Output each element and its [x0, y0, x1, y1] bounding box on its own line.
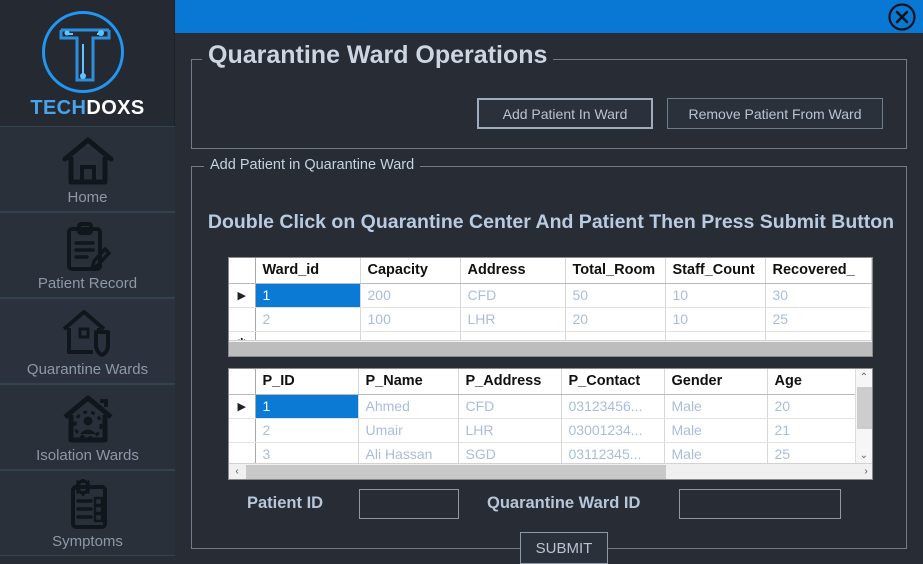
sidebar-item-label: Quarantine Wards: [26, 361, 149, 378]
cell-capacity[interactable]: 200: [360, 283, 461, 308]
cell-ward-id[interactable]: 2: [255, 307, 361, 332]
instruction-text: Double Click on Quarantine Center And Pa…: [207, 211, 895, 233]
group-title: Add Patient in Quarantine Ward: [204, 157, 421, 173]
scroll-right-icon[interactable]: ›: [858, 464, 872, 479]
main-content: Quarantine Ward Operations Add Patient I…: [175, 33, 923, 564]
table-row[interactable]: ▶ 1 Ahmed CFD 03123456... Male 20: [229, 394, 872, 419]
row-marker: ▶: [229, 394, 256, 419]
sidebar-item-label: Isolation Wards: [36, 447, 139, 464]
cell-address[interactable]: LHR: [460, 307, 566, 332]
scrollbar-thumb[interactable]: [229, 342, 872, 356]
sidebar-item-label: Patient Record: [37, 275, 138, 292]
cell-p-contact[interactable]: 03001234...: [561, 418, 665, 443]
patient-id-input[interactable]: [359, 489, 459, 519]
wards-header-row: Ward_id Capacity Address Total_Room Staf…: [229, 258, 872, 284]
cell-recovered[interactable]: 25: [765, 307, 872, 332]
cell-capacity[interactable]: 100: [360, 307, 461, 332]
house-person-icon: [0, 393, 175, 445]
cell-p-name[interactable]: Ahmed: [358, 394, 459, 419]
cell-p-contact[interactable]: 03123456...: [561, 394, 665, 419]
scroll-left-icon[interactable]: ‹: [229, 464, 245, 479]
quarantine-ward-operations-group: Quarantine Ward Operations Add Patient I…: [191, 41, 907, 149]
wards-horizontal-scrollbar[interactable]: [229, 340, 872, 356]
logo-circle-icon: [42, 11, 124, 93]
row-marker: [229, 307, 256, 332]
patients-data-grid[interactable]: P_ID P_Name P_Address P_Contact Gender A…: [228, 368, 873, 480]
cell-gender[interactable]: Male: [664, 394, 768, 419]
column-header-p-id[interactable]: P_ID: [255, 369, 359, 395]
column-header-p-name[interactable]: P_Name: [358, 369, 459, 395]
cell-total-room[interactable]: 50: [565, 283, 666, 308]
row-header-corner: [229, 369, 256, 395]
cell-address[interactable]: CFD: [460, 283, 566, 308]
scrollbar-thumb[interactable]: [246, 465, 666, 479]
quarantine-ward-id-label: Quarantine Ward ID: [487, 494, 641, 512]
column-header-address[interactable]: Address: [460, 258, 566, 284]
brand-name: TECHDOXS: [0, 97, 175, 120]
scroll-up-icon[interactable]: ⌃: [856, 369, 872, 386]
column-header-staff-count[interactable]: Staff_Count: [665, 258, 766, 284]
table-row[interactable]: 2 Umair LHR 03001234... Male 21: [229, 418, 872, 443]
cell-p-address[interactable]: LHR: [458, 418, 562, 443]
brand-suffix: DOXS: [86, 97, 145, 119]
page-title: Quarantine Ward Operations: [202, 41, 554, 70]
cell-staff-count[interactable]: 10: [665, 283, 766, 308]
patients-horizontal-scrollbar[interactable]: ‹ ›: [229, 463, 872, 479]
wards-data-grid[interactable]: Ward_id Capacity Address Total_Room Staf…: [228, 257, 873, 357]
column-header-ward-id[interactable]: Ward_id: [255, 258, 361, 284]
sidebar-item-symptoms[interactable]: Symptoms: [0, 470, 175, 556]
cell-p-id[interactable]: 1: [255, 394, 359, 419]
sidebar-item-quarantine-wards[interactable]: Quarantine Wards: [0, 298, 175, 384]
column-header-gender[interactable]: Gender: [664, 369, 768, 395]
scroll-down-icon[interactable]: ⌄: [856, 447, 872, 464]
cell-staff-count[interactable]: 10: [665, 307, 766, 332]
sidebar-item-label: Home: [67, 189, 108, 206]
row-marker: [229, 418, 256, 443]
cell-total-room[interactable]: 20: [565, 307, 666, 332]
row-header-corner: [229, 258, 256, 284]
row-marker: ▶: [229, 283, 256, 308]
scrollbar-thumb[interactable]: [857, 387, 872, 429]
sidebar-item-patient-record[interactable]: Patient Record: [0, 212, 175, 298]
sidebar-item-label: Symptoms: [52, 533, 123, 550]
patient-id-label: Patient ID: [247, 494, 324, 512]
column-header-p-contact[interactable]: P_Contact: [561, 369, 665, 395]
cell-recovered[interactable]: 30: [765, 283, 872, 308]
column-header-capacity[interactable]: Capacity: [360, 258, 461, 284]
circuit-t-icon: [59, 28, 111, 82]
clipboard-pencil-icon: [0, 221, 175, 273]
patients-vertical-scrollbar[interactable]: ⌃ ⌄: [855, 369, 872, 464]
add-patient-in-ward-button[interactable]: Add Patient In Ward: [477, 98, 653, 129]
submit-button[interactable]: SUBMIT: [520, 532, 608, 564]
app-logo: TECHDOXS: [0, 0, 175, 126]
brand-prefix: TECH: [30, 97, 87, 119]
cell-p-id[interactable]: 2: [255, 418, 359, 443]
remove-patient-from-ward-button[interactable]: Remove Patient From Ward: [667, 98, 883, 129]
column-header-p-address[interactable]: P_Address: [458, 369, 562, 395]
house-shield-icon: [0, 307, 175, 359]
cell-ward-id[interactable]: 1: [255, 283, 361, 308]
add-patient-in-quarantine-ward-group: Add Patient in Quarantine Ward Double Cl…: [191, 157, 907, 564]
patients-table: P_ID P_Name P_Address P_Contact Gender A…: [229, 369, 872, 467]
close-icon[interactable]: [887, 2, 917, 32]
sidebar-item-home[interactable]: Home: [0, 126, 175, 212]
table-row[interactable]: ▶ 1 200 CFD 50 10 30: [229, 283, 872, 308]
cell-gender[interactable]: Male: [664, 418, 768, 443]
cell-p-name[interactable]: Umair: [358, 418, 459, 443]
quarantine-ward-id-input[interactable]: [679, 489, 841, 519]
sidebar: TECHDOXS Home Patient Record Quarantine …: [0, 0, 183, 556]
window-title-bar: [175, 0, 923, 33]
home-icon: [0, 135, 175, 187]
checklist-virus-icon: [0, 477, 175, 531]
sidebar-item-isolation-wards[interactable]: Isolation Wards: [0, 384, 175, 470]
cell-p-address[interactable]: CFD: [458, 394, 562, 419]
column-header-recovered[interactable]: Recovered_: [765, 258, 872, 284]
column-header-total-room[interactable]: Total_Room: [565, 258, 666, 284]
table-row[interactable]: 2 100 LHR 20 10 25: [229, 307, 872, 332]
patients-header-row: P_ID P_Name P_Address P_Contact Gender A…: [229, 369, 872, 395]
